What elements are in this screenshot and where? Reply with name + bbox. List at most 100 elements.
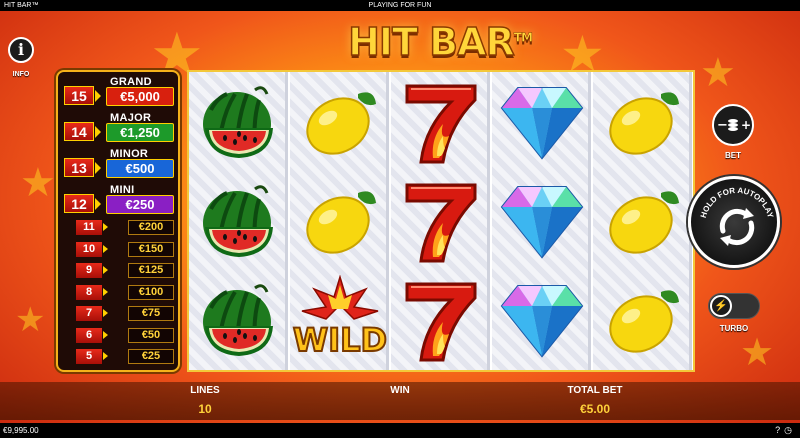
prize-value: €100 bbox=[128, 284, 174, 300]
prize-row: 6 €50 bbox=[62, 327, 176, 344]
logo-trademark: TM bbox=[513, 30, 534, 45]
lightning-icon: ⚡ bbox=[710, 295, 732, 317]
jackpot-symbol-count: 12 bbox=[64, 194, 94, 213]
prize-value: €50 bbox=[128, 327, 174, 343]
arrow-icon bbox=[103, 266, 108, 274]
lemon-symbol bbox=[290, 171, 389, 270]
jackpot-value: €5,000 bbox=[106, 87, 174, 106]
lines-value: 10 bbox=[198, 402, 212, 416]
lemon-icon bbox=[608, 91, 679, 155]
prize-value: €200 bbox=[128, 220, 174, 235]
jackpot-row: 15 GRAND €5,000 bbox=[62, 76, 176, 109]
svg-text:+: + bbox=[741, 118, 750, 132]
lemon-icon bbox=[608, 190, 679, 254]
jackpot-symbol-count: 14 bbox=[64, 122, 94, 141]
balance: €9,995.00 bbox=[3, 426, 39, 435]
diamond-icon bbox=[500, 86, 583, 160]
play-mode: PLAYING FOR FUN bbox=[368, 2, 432, 9]
help-icon[interactable]: ? bbox=[775, 425, 784, 435]
prize-symbol-count: 7 bbox=[76, 306, 102, 321]
diamond-icon bbox=[500, 185, 583, 259]
jackpot-value: €250 bbox=[106, 195, 174, 214]
reel-column bbox=[189, 72, 288, 370]
logo-text: HIT BAR bbox=[347, 19, 515, 65]
prize-value: €125 bbox=[128, 263, 174, 278]
lemon-symbol bbox=[593, 72, 692, 171]
arrow-icon bbox=[95, 90, 101, 102]
win-label: WIN bbox=[390, 385, 410, 396]
star-decoration: ★ bbox=[740, 332, 775, 374]
prize-value: €150 bbox=[128, 241, 174, 257]
jackpot-value: €500 bbox=[106, 159, 174, 178]
prize-symbol-count: 5 bbox=[76, 349, 102, 364]
lemon-symbol bbox=[290, 72, 389, 171]
lemon-symbol bbox=[593, 270, 692, 369]
prize-row: 11 €200 bbox=[62, 220, 176, 236]
reels-area: WILD bbox=[187, 70, 695, 372]
diamond-icon bbox=[500, 284, 583, 358]
arrow-icon bbox=[95, 198, 101, 210]
star-decoration: ★ bbox=[15, 301, 46, 339]
watermelon-icon bbox=[202, 283, 273, 356]
jackpot-row: 12 MINI €250 bbox=[62, 184, 176, 217]
bet-label: BET bbox=[725, 151, 741, 160]
jackpot-symbol-count: 15 bbox=[64, 86, 94, 105]
total-bet-value: €5.00 bbox=[579, 402, 611, 416]
clock-icon: ◷ bbox=[784, 425, 796, 435]
seven-icon bbox=[405, 282, 476, 361]
autoplay-label: HOLD FOR AUTOPLAY bbox=[699, 186, 775, 220]
diamond-symbol bbox=[492, 72, 591, 171]
arrow-icon bbox=[103, 287, 108, 296]
wild-symbol: WILD bbox=[290, 270, 389, 369]
spin-button[interactable]: HOLD FOR AUTOPLAY bbox=[688, 176, 780, 268]
arrow-icon bbox=[103, 223, 108, 231]
watermelon-symbol bbox=[189, 171, 288, 270]
arrow-icon bbox=[103, 352, 108, 360]
jackpot-row: 13 MINOR €500 bbox=[62, 148, 176, 181]
prize-symbol-count: 6 bbox=[76, 327, 102, 343]
seven-icon bbox=[405, 84, 476, 163]
wild-text: WILD bbox=[292, 321, 386, 359]
jackpot-symbol-count: 13 bbox=[64, 158, 94, 177]
prize-symbol-count: 8 bbox=[76, 284, 102, 300]
arrow-icon bbox=[103, 330, 108, 339]
bet-button[interactable]: − + bbox=[712, 104, 754, 146]
top-bar: HIT BAR™ PLAYING FOR FUN bbox=[0, 0, 800, 11]
info-label: INFO bbox=[12, 71, 30, 78]
arrow-icon bbox=[103, 309, 108, 317]
prize-symbol-count: 10 bbox=[76, 241, 102, 257]
prize-row: 10 €150 bbox=[62, 241, 176, 258]
prize-value: €25 bbox=[128, 349, 174, 364]
reel-column bbox=[593, 72, 692, 370]
lemon-icon bbox=[305, 190, 376, 254]
star-decoration: ★ bbox=[700, 51, 736, 95]
watermelon-symbol bbox=[189, 72, 288, 171]
seven-symbol bbox=[391, 171, 490, 270]
svg-text:HOLD FOR AUTOPLAY: HOLD FOR AUTOPLAY bbox=[699, 186, 775, 220]
prize-row: 9 €125 bbox=[62, 263, 176, 279]
autoplay-ring: HOLD FOR AUTOPLAY bbox=[699, 186, 775, 246]
prize-value: €75 bbox=[128, 306, 174, 321]
prize-row: 8 €100 bbox=[62, 284, 176, 301]
prize-row: 7 €75 bbox=[62, 306, 176, 322]
prize-symbol-count: 9 bbox=[76, 263, 102, 278]
arrow-icon bbox=[95, 162, 101, 174]
prize-row: 5 €25 bbox=[62, 349, 176, 365]
status-bar: €9,995.00 ?◷ bbox=[0, 423, 800, 438]
arrow-icon bbox=[103, 244, 108, 253]
reel-column bbox=[492, 72, 591, 370]
turbo-toggle[interactable]: ⚡ bbox=[708, 293, 760, 319]
watermelon-symbol bbox=[189, 270, 288, 369]
lemon-icon bbox=[305, 91, 376, 155]
prize-symbol-count: 11 bbox=[76, 220, 102, 235]
arrow-icon bbox=[95, 126, 101, 138]
diamond-symbol bbox=[492, 171, 591, 270]
info-icon[interactable]: i bbox=[8, 37, 34, 63]
star-decoration: ★ bbox=[20, 161, 56, 205]
svg-text:−: − bbox=[717, 118, 728, 133]
lemon-icon bbox=[608, 289, 679, 353]
lemon-symbol bbox=[593, 171, 692, 270]
game-logo: HIT BARTM bbox=[330, 19, 550, 65]
seven-symbol bbox=[391, 72, 490, 171]
watermelon-icon bbox=[202, 85, 273, 158]
